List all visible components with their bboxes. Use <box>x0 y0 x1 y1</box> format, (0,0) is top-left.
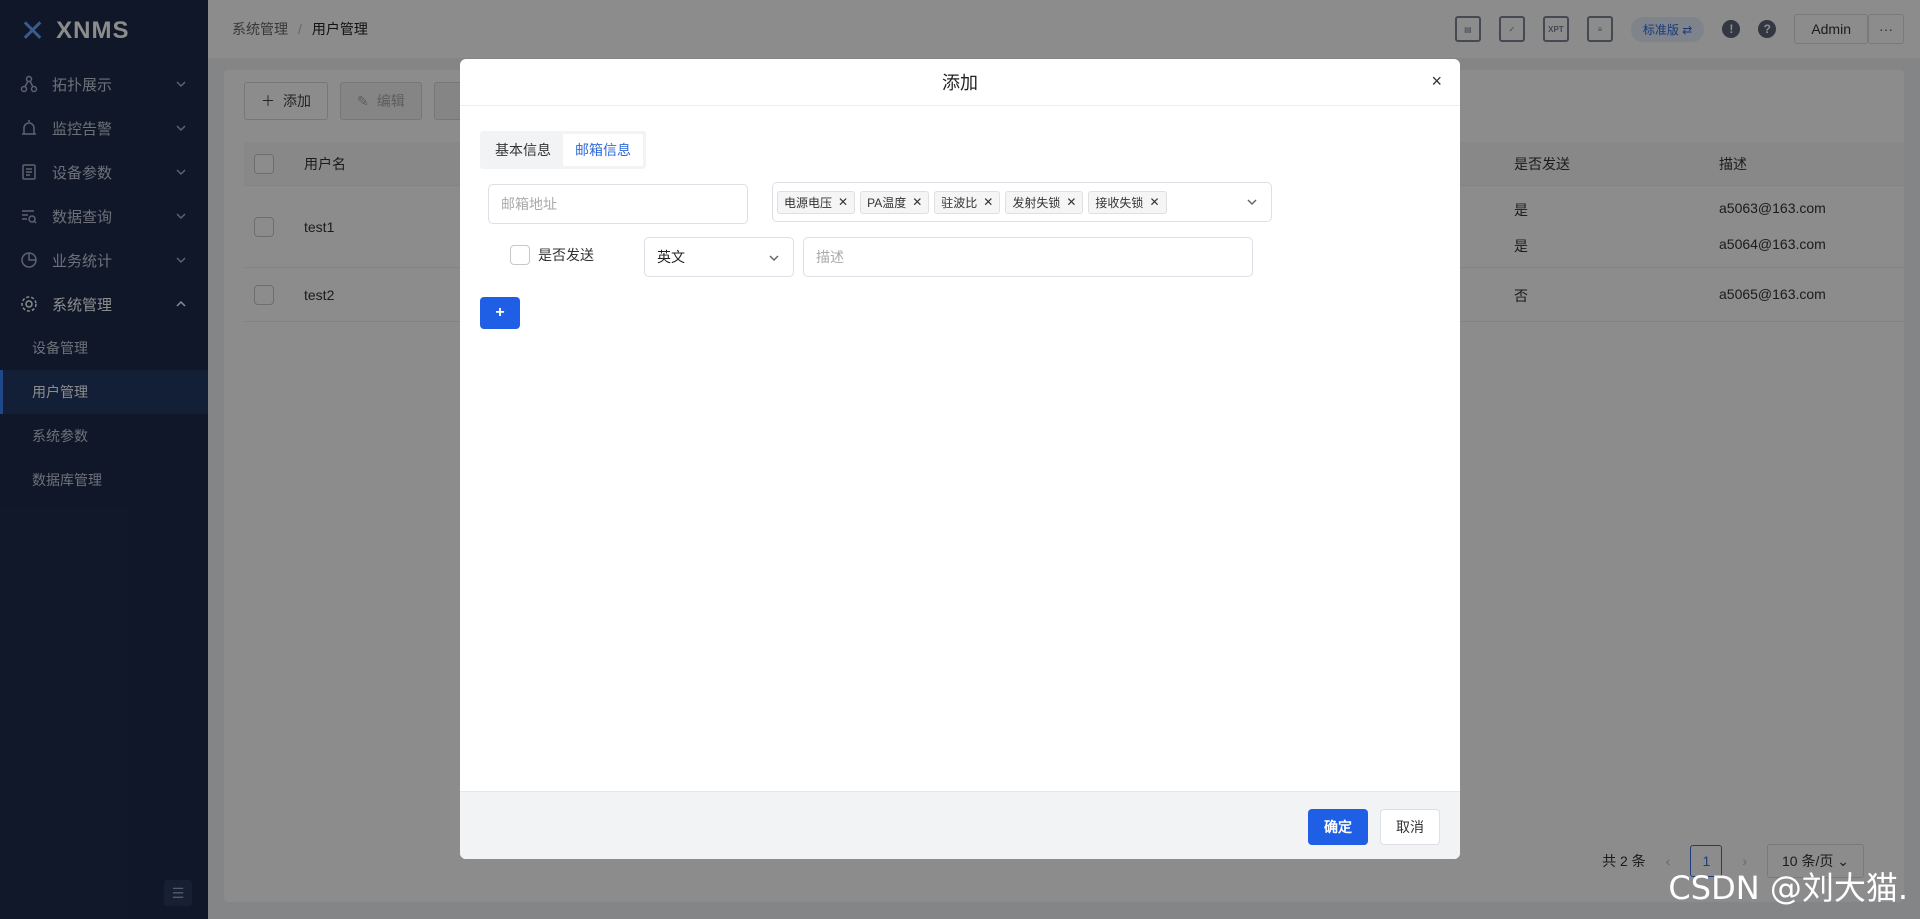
tab-basic-info[interactable]: 基本信息 <box>483 134 563 166</box>
tag-remove-icon[interactable]: ✕ <box>838 195 848 209</box>
dialog-header: 添加 × <box>460 59 1460 106</box>
alarm-type-multiselect[interactable]: 电源电压 ✕ PA温度 ✕ 驻波比 ✕ 发射失锁 ✕ 接收失锁 ✕ <box>772 182 1272 222</box>
confirm-button[interactable]: 确定 <box>1308 809 1368 845</box>
tag-label: 电源电压 <box>784 195 833 210</box>
tag-label: 驻波比 <box>941 195 978 210</box>
chevron-down-icon <box>769 255 779 262</box>
tag-chip: 接收失锁 ✕ <box>1088 190 1167 214</box>
tag-label: PA温度 <box>867 195 907 210</box>
send-checkbox-label: 是否发送 <box>538 247 594 263</box>
close-icon[interactable]: × <box>1431 71 1442 92</box>
language-value: 英文 <box>657 249 685 265</box>
tag-chip: 发射失锁 ✕ <box>1005 190 1084 214</box>
send-checkbox[interactable] <box>510 245 530 265</box>
tag-label: 接收失锁 <box>1095 195 1144 210</box>
watermark: CSDN @刘大猫. <box>1668 869 1908 907</box>
tag-label: 发射失锁 <box>1012 195 1061 210</box>
tag-chip: 驻波比 ✕ <box>934 190 1001 214</box>
tag-remove-icon[interactable]: ✕ <box>912 195 922 209</box>
tag-chip: 电源电压 ✕ <box>777 190 856 214</box>
dialog-footer: 确定 取消 <box>460 791 1460 859</box>
add-dialog: 添加 × 基本信息 邮箱信息 邮箱地址 电源电压 ✕ PA温度 ✕ 驻波比 ✕ 发射失… <box>460 59 1460 859</box>
add-row-button[interactable]: + <box>480 297 520 329</box>
description-field[interactable]: 描述 <box>803 237 1253 277</box>
email-field[interactable]: 邮箱地址 <box>488 184 748 224</box>
tag-remove-icon[interactable]: ✕ <box>1066 195 1076 209</box>
tag-remove-icon[interactable]: ✕ <box>983 195 993 209</box>
tag-chip: PA温度 ✕ <box>860 190 930 214</box>
chevron-down-icon <box>1247 199 1257 206</box>
tag-remove-icon[interactable]: ✕ <box>1149 195 1159 209</box>
send-checkbox-row[interactable]: 是否发送 <box>510 245 594 265</box>
cancel-button[interactable]: 取消 <box>1380 809 1440 845</box>
dialog-tabs: 基本信息 邮箱信息 <box>480 131 646 169</box>
language-select[interactable]: 英文 <box>644 237 794 277</box>
tab-email-info[interactable]: 邮箱信息 <box>563 134 643 166</box>
dialog-title: 添加 <box>942 73 978 93</box>
